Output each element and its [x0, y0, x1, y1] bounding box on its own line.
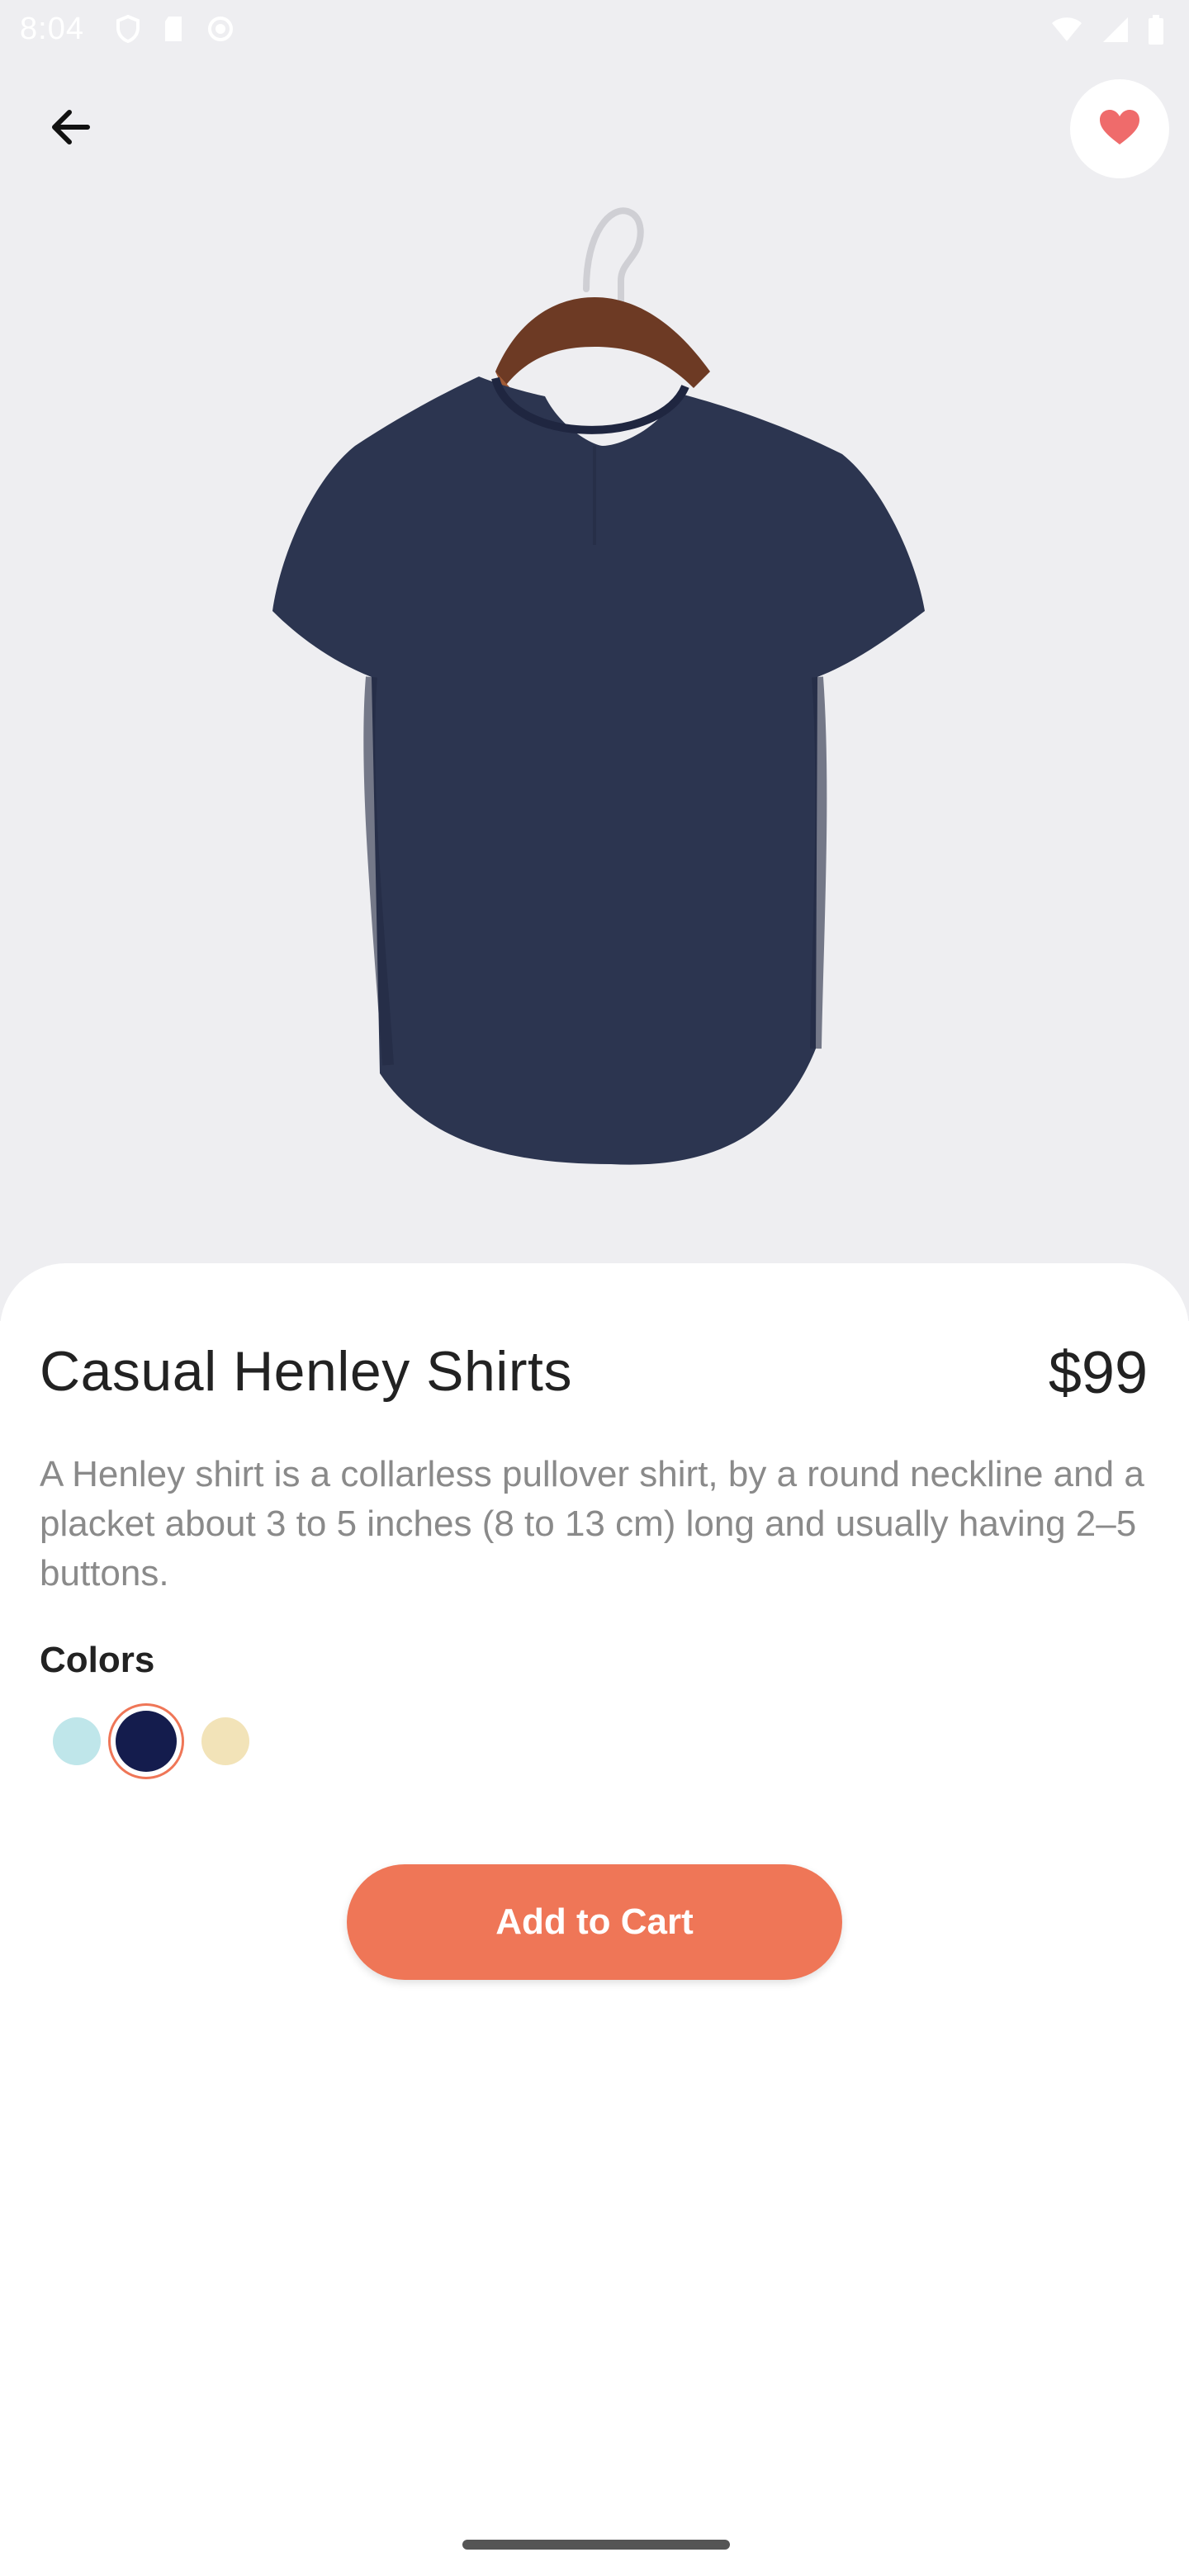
status-bar: 8:04	[0, 0, 1189, 59]
color-swatch-cream[interactable]	[201, 1717, 249, 1765]
signal-icon	[1101, 16, 1130, 48]
sync-icon	[206, 15, 234, 47]
color-swatch-light-blue[interactable]	[53, 1717, 101, 1765]
heart-icon	[1098, 108, 1141, 150]
favorite-button[interactable]	[1070, 79, 1169, 178]
add-to-cart-button[interactable]: Add to Cart	[347, 1864, 842, 1980]
battery-icon	[1148, 15, 1164, 49]
arrow-left-icon	[46, 107, 92, 151]
home-indicator	[462, 2540, 730, 2550]
status-icons-right	[1050, 15, 1164, 49]
wifi-icon	[1050, 17, 1083, 47]
product-description: A Henley shirt is a collarless pullover …	[40, 1454, 1144, 1593]
back-button[interactable]	[36, 99, 102, 159]
status-time: 8:04	[20, 12, 84, 46]
product-title: Casual Henley Shirts	[40, 1340, 572, 1403]
colors-label: Colors	[40, 1640, 155, 1680]
product-image	[272, 207, 925, 1165]
shield-icon	[116, 14, 140, 47]
product-price: $99	[1048, 1340, 1148, 1406]
color-swatch-navy[interactable]	[116, 1711, 177, 1772]
product-hero: 8:04	[0, 0, 1189, 1321]
status-icons-left	[116, 14, 234, 47]
sd-card-icon	[162, 15, 185, 47]
